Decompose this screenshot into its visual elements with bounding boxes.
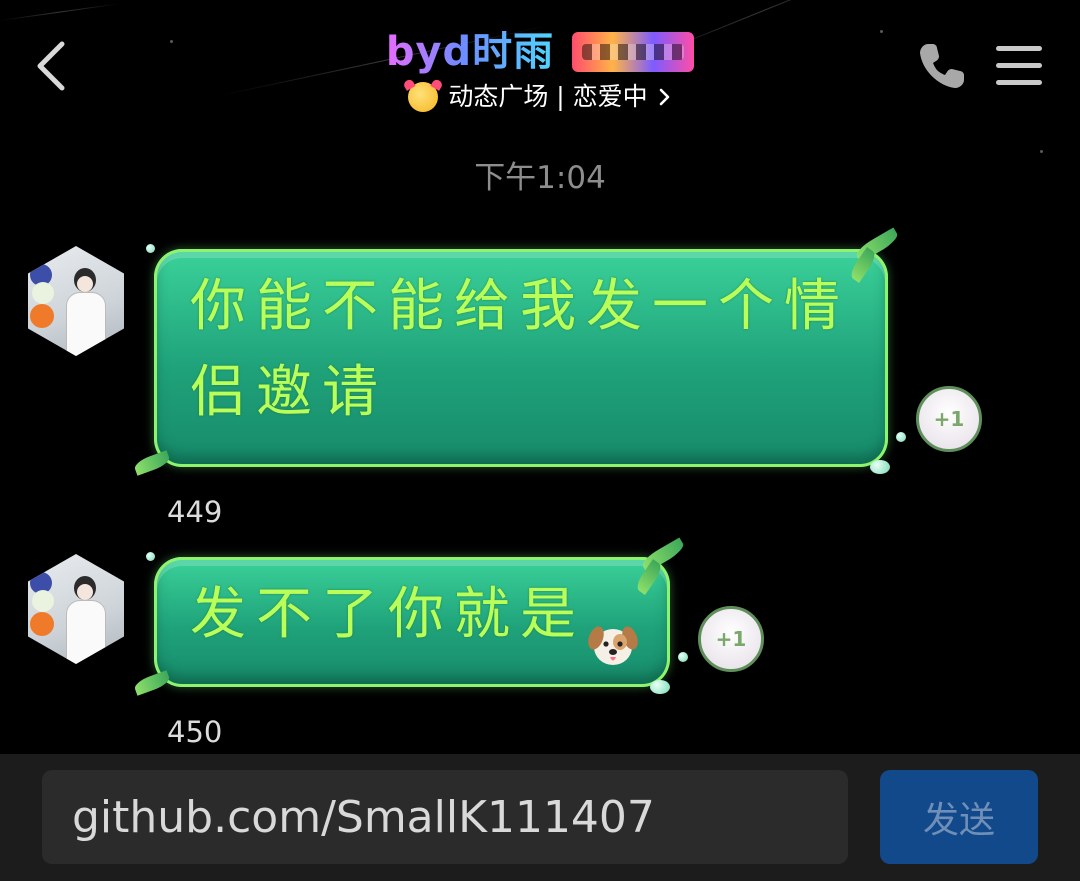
status-link[interactable]: 动态广场 | 恋爱中 [408,80,671,114]
avatar-person [77,276,93,292]
title-row: byd时雨 [386,26,695,78]
water-drop-decoration [650,680,670,694]
avatar-person [66,600,106,664]
leaf-decoration [132,670,172,696]
smiling-face-with-hearts-icon [408,82,439,112]
send-button[interactable]: 发送 [880,770,1038,864]
avatar[interactable] [28,554,124,664]
call-button[interactable] [916,40,968,92]
status-text: 动态广场 | 恋爱中 [448,82,648,111]
plus-one-button[interactable]: +1 [698,606,764,672]
message-text: 发不了你就是 [190,582,586,647]
avatar-balloon [32,590,54,612]
phone-icon [920,44,964,88]
hamburger-menu-icon [996,46,1042,85]
message-input[interactable] [42,770,848,864]
avatar-person [77,584,93,600]
leaf-decoration [132,450,172,476]
background-streak [0,3,119,21]
water-drop-decoration [678,652,688,662]
water-drop-decoration [146,244,155,253]
avatar[interactable] [28,246,124,356]
chat-screen: byd时雨 动态广场 | 恋爱中 下午1:04 你能不能给我发一个情侣邀请 +1… [0,0,1080,881]
plus-one-label: +1 [933,407,965,431]
message-timestamp: 下午1:04 [474,160,606,196]
message-id: 449 [167,495,223,529]
dog-face-icon [588,626,638,665]
contact-name[interactable]: byd时雨 [386,26,554,78]
message-text: 你能不能给我发一个情侣邀请 [190,274,850,425]
plus-one-label: +1 [715,627,747,651]
level-badge-icon [572,32,695,72]
water-drop-decoration [146,552,155,561]
water-drop-decoration [896,432,906,442]
plus-one-button[interactable]: +1 [916,386,982,452]
avatar-person [66,292,106,356]
message-input-bar: 发送 [0,754,1080,881]
avatar-balloon [30,304,54,328]
avatar-balloon [32,282,54,304]
chevron-right-icon [659,88,669,106]
water-drop-decoration [870,460,890,474]
avatar-balloon [30,612,54,636]
menu-button[interactable] [994,44,1044,88]
message-id: 450 [167,715,223,749]
